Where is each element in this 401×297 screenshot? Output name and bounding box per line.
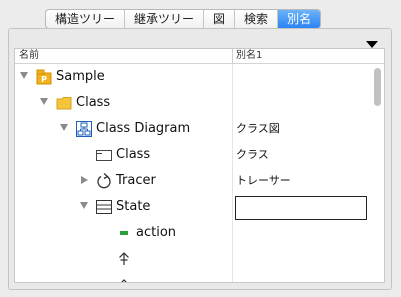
disclosure-expanded-icon[interactable]	[20, 72, 28, 79]
tree-row-class[interactable]: Class クラス	[15, 142, 365, 168]
tab-alias[interactable]: 別名	[278, 10, 321, 28]
tree-row-sample[interactable]: P Sample	[15, 64, 365, 90]
tracer-icon	[97, 173, 111, 189]
view-tab-bar: 構造ツリー 継承ツリー 図 検索 別名	[45, 9, 322, 29]
scrollbar-thumb[interactable]	[374, 68, 381, 106]
package-icon: P	[36, 69, 52, 85]
folder-icon	[56, 97, 72, 110]
tree-row-action[interactable]: action	[15, 220, 365, 246]
tab-search[interactable]: 検索	[235, 10, 279, 28]
state-icon	[96, 200, 112, 214]
tree-row-partial[interactable]	[15, 268, 365, 282]
tree-row-state[interactable]: State	[15, 194, 367, 220]
panel-menu-triangle-icon[interactable]	[366, 41, 378, 48]
action-icon	[120, 231, 128, 235]
tab-structure-tree[interactable]: 構造ツリー	[46, 10, 126, 28]
vertical-scrollbar[interactable]	[370, 64, 384, 282]
alias-edit-field[interactable]	[235, 196, 367, 220]
column-header: 名前 別名1	[15, 49, 384, 64]
alias-tree-table: 名前 別名1 P Sample Class Class Diagram クラス図…	[14, 48, 385, 283]
tab-diagram[interactable]: 図	[204, 10, 236, 28]
tree-item-label: action	[136, 225, 177, 240]
column-divider[interactable]	[232, 49, 233, 64]
disclosure-expanded-icon[interactable]	[40, 98, 48, 105]
column-header-alias[interactable]: 別名1	[236, 50, 262, 62]
column-header-name[interactable]: 名前	[19, 50, 39, 62]
alias-value[interactable]: クラス図	[236, 122, 280, 136]
disclosure-expanded-icon[interactable]	[60, 124, 68, 131]
tree-item-label: Class	[116, 147, 151, 162]
disclosure-expanded-icon[interactable]	[80, 202, 88, 209]
tree-row-tracer[interactable]: Tracer トレーサー	[15, 168, 365, 194]
tree-item-label: Class	[76, 95, 111, 110]
alias-value[interactable]: トレーサー	[236, 174, 291, 188]
tree-item-label: Sample	[56, 69, 105, 84]
class-diagram-icon	[76, 121, 92, 137]
tree-item-label: Class Diagram	[96, 121, 191, 136]
class-icon	[96, 150, 112, 161]
tree-row-class-diagram[interactable]: Class Diagram クラス図	[15, 116, 365, 142]
alias-value[interactable]: クラス	[236, 148, 269, 162]
tree-item-label: State	[116, 199, 151, 214]
svg-text:P: P	[41, 75, 47, 84]
arrow-up-icon	[119, 252, 129, 265]
caret-up-icon	[121, 279, 127, 282]
disclosure-collapsed-icon[interactable]	[81, 176, 88, 184]
tree-item-label: Tracer	[116, 173, 156, 188]
tab-inheritance-tree[interactable]: 継承ツリー	[125, 10, 205, 28]
tree-row-class-folder[interactable]: Class	[15, 90, 365, 116]
